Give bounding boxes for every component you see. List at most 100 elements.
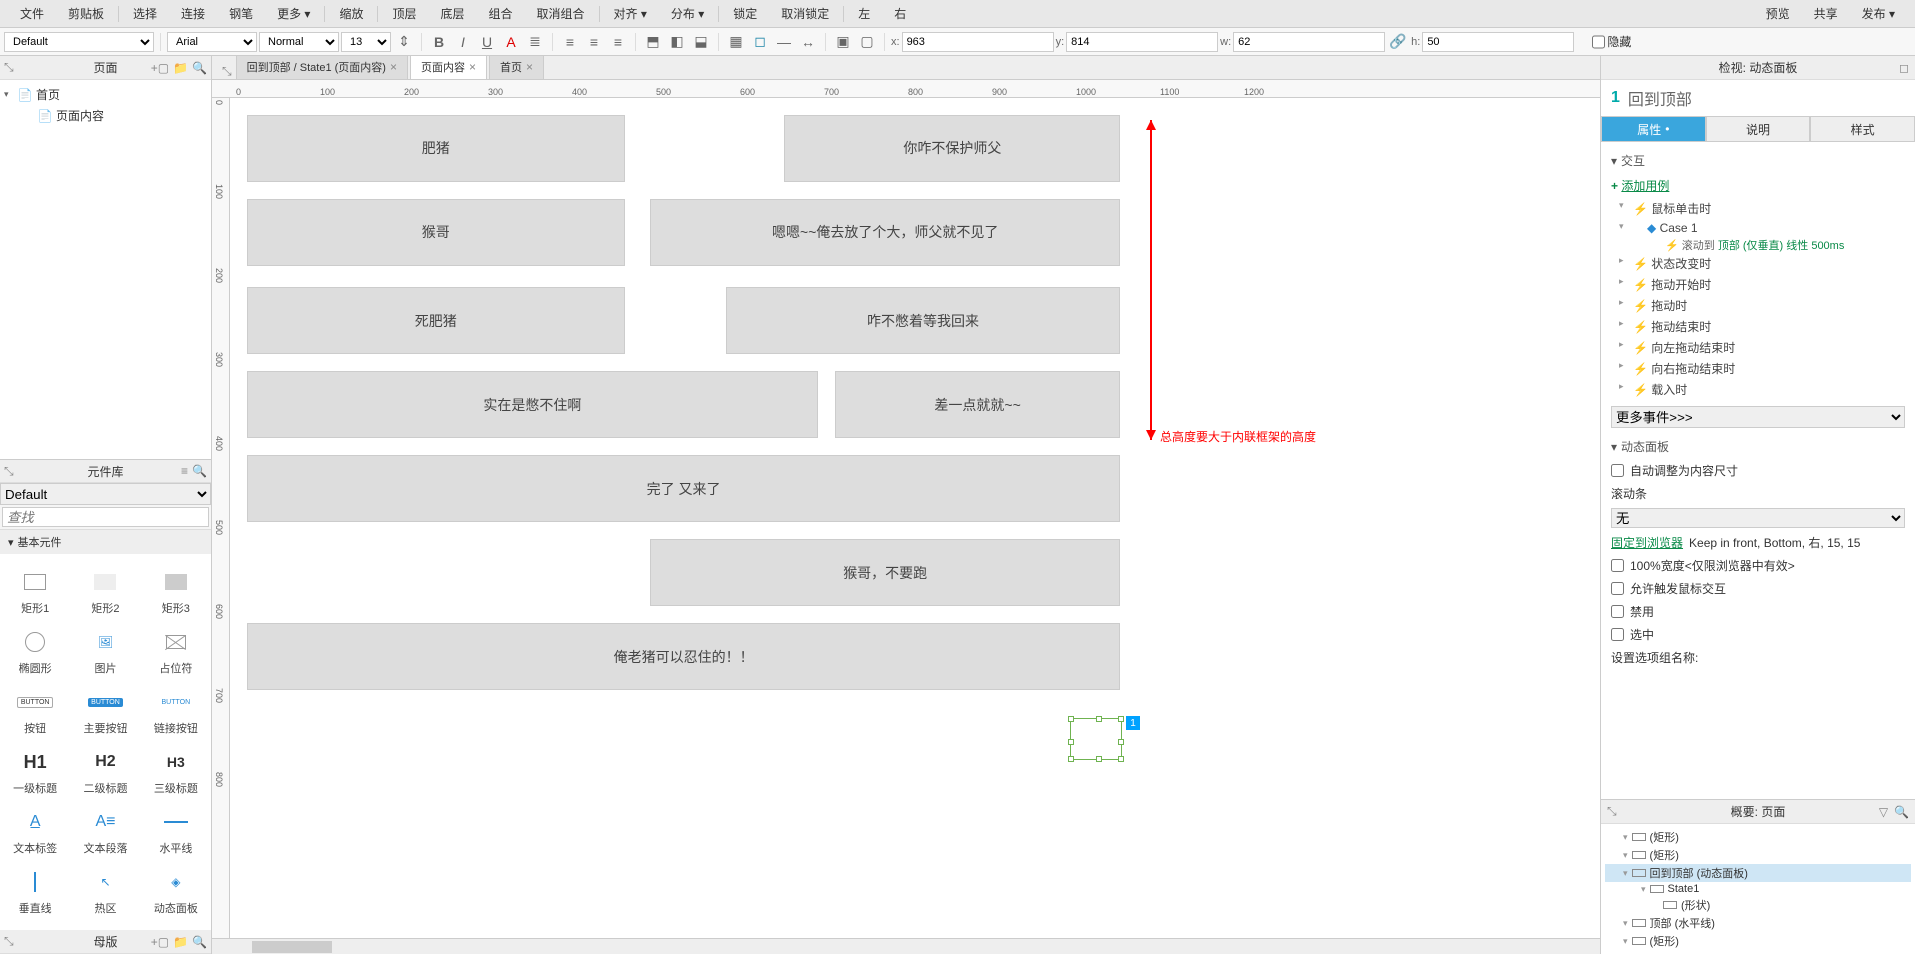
library-preset[interactable]: Default (0, 483, 211, 505)
menu-more[interactable]: 更多 ▾ (267, 1, 320, 26)
event-swiperight[interactable]: ⚡ 向右拖动结束时 (1617, 358, 1905, 379)
lib-rect3[interactable]: 矩形3 (141, 562, 211, 622)
close-icon[interactable]: × (469, 60, 476, 74)
outer-icon[interactable]: ▣ (832, 31, 854, 53)
close-icon[interactable]: × (390, 60, 397, 74)
selection-box[interactable] (1070, 718, 1122, 760)
horizontal-scrollbar[interactable] (212, 938, 1600, 954)
lib-search-icon[interactable]: 🔍 (192, 464, 207, 478)
hide-checkbox[interactable] (1592, 32, 1605, 52)
menu-bottom[interactable]: 底层 (430, 1, 474, 26)
canvas-rect[interactable]: 嗯嗯~~俺去放了个大，师父就不见了 (650, 199, 1120, 266)
font-select[interactable]: Arial (167, 32, 257, 52)
page-child[interactable]: 📄页面内容 (4, 105, 207, 126)
lib-paragraph[interactable]: A≡文本段落 (70, 802, 140, 862)
event-dragend[interactable]: ⚡ 拖动结束时 (1617, 316, 1905, 337)
filter-icon[interactable]: ▽ (1879, 805, 1888, 819)
font-updown-icon[interactable]: ⇕ (393, 31, 415, 53)
outline-item[interactable]: ▾(矩形) (1605, 932, 1911, 950)
tab-collapse-icon[interactable]: ⤡ (218, 64, 236, 79)
full-width-checkbox[interactable] (1611, 559, 1624, 572)
canvas-rect[interactable]: 肥猪 (247, 115, 625, 182)
scroll-select[interactable]: 无 (1611, 508, 1905, 528)
menu-clipboard[interactable]: 剪贴板 (58, 1, 114, 26)
text-format-icon[interactable]: ≣ (524, 31, 546, 53)
canvas-rect[interactable]: 猴哥，不要跑 (650, 539, 1120, 606)
canvas-rect[interactable]: 咋不憋着等我回来 (726, 287, 1121, 354)
pin-link[interactable]: 固定到浏览器 (1611, 534, 1683, 551)
menu-top[interactable]: 顶层 (382, 1, 426, 26)
trigger-checkbox[interactable] (1611, 582, 1624, 595)
menu-right[interactable]: 右 (884, 1, 916, 26)
valign-bot-icon[interactable]: ⬓ (690, 31, 712, 53)
event-dragstart[interactable]: ⚡ 拖动开始时 (1617, 274, 1905, 295)
inner-icon[interactable]: ▢ (856, 31, 878, 53)
valign-mid-icon[interactable]: ◧ (666, 31, 688, 53)
canvas-rect[interactable]: 实在是憋不住啊 (247, 371, 818, 438)
menu-ungroup[interactable]: 取消组合 (527, 1, 595, 26)
fill-icon[interactable]: ▦ (725, 31, 747, 53)
arrow-icon[interactable]: ↔ (797, 31, 819, 53)
canvas-rect[interactable]: 死肥猪 (247, 287, 625, 354)
align-center-icon[interactable]: ≡ (583, 31, 605, 53)
more-events-select[interactable]: 更多事件>>> (1611, 406, 1905, 428)
outline-item[interactable]: ▾(矩形) (1605, 828, 1911, 846)
tab-content[interactable]: 页面内容× (410, 56, 487, 79)
align-right-icon[interactable]: ≡ (607, 31, 629, 53)
menu-preview[interactable]: 预览 (1756, 1, 1800, 26)
size-select[interactable]: 13 (341, 32, 391, 52)
tab-state1[interactable]: 回到顶部 / State1 (页面内容)× (236, 56, 408, 79)
canvas-rect[interactable]: 猴哥 (247, 199, 625, 266)
coord-w[interactable] (1233, 32, 1385, 52)
inspector-collapse-icon[interactable]: ◻ (1899, 61, 1909, 75)
search-icon[interactable]: 🔍 (192, 61, 207, 75)
bold-icon[interactable]: B (428, 31, 450, 53)
text-color-icon[interactable]: A (500, 31, 522, 53)
event-load[interactable]: ⚡ 载入时 (1617, 379, 1905, 400)
lib-h1[interactable]: H1一级标题 (0, 742, 70, 802)
fit-checkbox[interactable] (1611, 464, 1624, 477)
lib-image[interactable]: 🖼图片 (70, 622, 140, 682)
lib-vline[interactable]: 垂直线 (0, 862, 70, 922)
action-scrollto[interactable]: ⚡ 滚动到 顶部 (仅垂直) 线性 500ms (1617, 237, 1905, 253)
coord-h[interactable] (1422, 32, 1574, 52)
menu-share[interactable]: 共享 (1804, 1, 1848, 26)
close-icon[interactable]: × (526, 60, 533, 74)
style-preset[interactable]: Default (4, 32, 154, 52)
menu-distribute[interactable]: 分布 ▾ (661, 1, 714, 26)
menu-pen[interactable]: 钢笔 (219, 1, 263, 26)
tab-home[interactable]: 首页× (489, 56, 544, 79)
menu-file[interactable]: 文件 (10, 1, 54, 26)
footnote-badge[interactable]: 1 (1126, 716, 1140, 730)
outline-item[interactable]: ▾State1 (1605, 882, 1911, 896)
coord-y[interactable] (1066, 32, 1218, 52)
canvas-rect[interactable]: 差一点就就~~ (835, 371, 1121, 438)
lib-ellipse[interactable]: 椭圆形 (0, 622, 70, 682)
add-page-icon[interactable]: +▢ (151, 61, 169, 75)
canvas[interactable]: 肥猪 你咋不保护师父猴哥嗯嗯~~俺去放了个大，师父就不见了死肥猪 咋不憋着等我回来实… (230, 98, 1600, 938)
tab-notes[interactable]: 说明 (1706, 116, 1811, 142)
lib-menu-icon[interactable]: ≡ (181, 464, 188, 478)
menu-left[interactable]: 左 (848, 1, 880, 26)
lib-rect1[interactable]: 矩形1 (0, 562, 70, 622)
case1[interactable]: ◆ Case 1 (1617, 219, 1905, 237)
outline-item[interactable]: ▾(矩形) (1605, 846, 1911, 864)
lib-label[interactable]: A̲文本标签 (0, 802, 70, 862)
tab-props[interactable]: 属性• (1601, 116, 1706, 142)
dp-section[interactable]: ▾动态面板 (1611, 434, 1905, 459)
weight-select[interactable]: Normal (259, 32, 339, 52)
add-master-icon[interactable]: +▢ (151, 935, 169, 949)
collapse-lib-icon[interactable]: ⤡ (4, 464, 14, 479)
menu-unlock[interactable]: 取消锁定 (771, 1, 839, 26)
lib-link-button[interactable]: BUTTON链接按钮 (141, 682, 211, 742)
master-search-icon[interactable]: 🔍 (192, 935, 207, 949)
canvas-rect[interactable]: 你咋不保护师父 (784, 115, 1120, 182)
collapse-icon[interactable]: ⤡ (4, 60, 14, 75)
canvas-rect[interactable]: 俺老猪可以忍住的！！ (247, 623, 1121, 690)
master-folder-icon[interactable]: 📁 (173, 935, 188, 949)
menu-lock[interactable]: 锁定 (723, 1, 767, 26)
lib-h3[interactable]: H3三级标题 (141, 742, 211, 802)
lib-placeholder[interactable]: 占位符 (141, 622, 211, 682)
outline-collapse-icon[interactable]: ⤡ (1607, 804, 1617, 819)
menu-zoom[interactable]: 缩放 (329, 1, 373, 26)
